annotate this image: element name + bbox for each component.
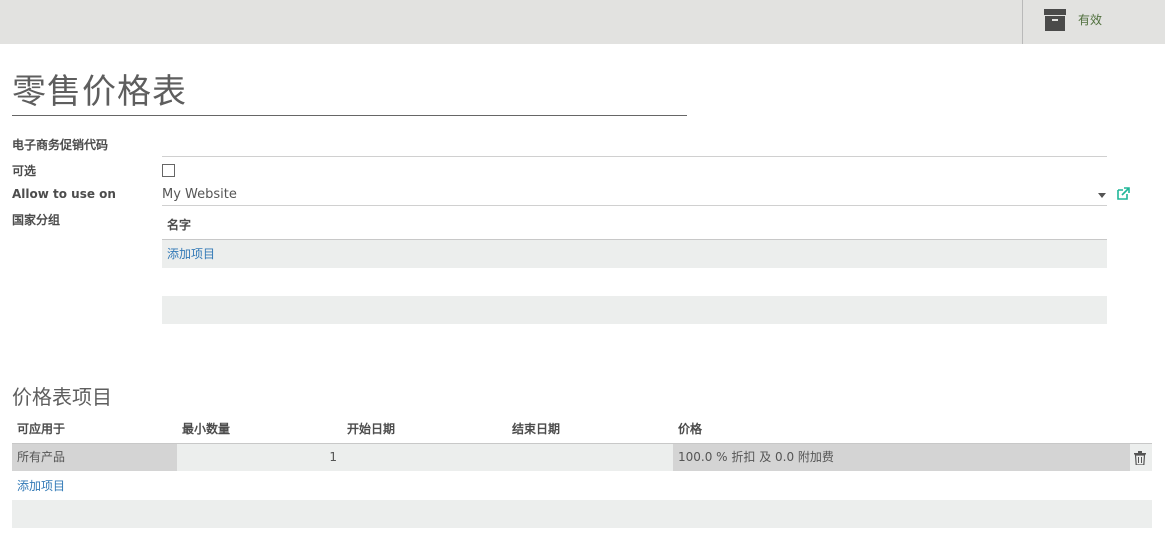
active-toggle-button[interactable]: 有效 bbox=[1023, 0, 1165, 44]
promo-code-input[interactable] bbox=[162, 156, 1107, 157]
country-group-empty-row bbox=[162, 296, 1107, 324]
website-select-underline bbox=[162, 205, 1107, 206]
external-link-icon[interactable] bbox=[1116, 187, 1130, 201]
col-start-date[interactable]: 开始日期 bbox=[347, 421, 395, 437]
col-end-date[interactable]: 结束日期 bbox=[512, 421, 560, 437]
table-row-end-date[interactable] bbox=[507, 444, 673, 471]
control-panel: 有效 bbox=[0, 0, 1165, 44]
country-group-label: 国家分组 bbox=[12, 213, 61, 227]
pricelist-add-item-link[interactable]: 添加项目 bbox=[17, 478, 65, 494]
table-row-min-qty[interactable]: 1 bbox=[177, 444, 342, 471]
trash-icon[interactable] bbox=[1134, 451, 1146, 465]
table-row-price[interactable]: 100.0 % 折扣 及 0.0 附加费 bbox=[673, 444, 1130, 471]
chevron-down-icon[interactable] bbox=[1098, 193, 1106, 198]
pricelist-items-title: 价格表项目 bbox=[12, 385, 112, 409]
promo-code-label: 电子商务促销代码 bbox=[12, 138, 109, 152]
website-select[interactable]: My Website bbox=[162, 187, 237, 203]
title-underline bbox=[12, 115, 687, 116]
country-group-name-header: 名字 bbox=[167, 218, 192, 232]
col-min-qty[interactable]: 最小数量 bbox=[182, 421, 230, 437]
selectable-label: 可选 bbox=[12, 164, 37, 178]
pricelist-empty-row bbox=[12, 500, 1152, 528]
table-row-start-date[interactable] bbox=[342, 444, 507, 471]
country-group-add-row bbox=[162, 240, 1107, 268]
allow-use-label: Allow to use on bbox=[12, 187, 116, 201]
active-label: 有效 bbox=[1078, 13, 1103, 27]
selectable-checkbox[interactable] bbox=[162, 164, 175, 177]
col-applied-on[interactable]: 可应用于 bbox=[17, 421, 65, 437]
table-row-applied-on[interactable]: 所有产品 bbox=[12, 444, 177, 471]
col-price[interactable]: 价格 bbox=[678, 421, 702, 437]
country-group-add-item-link[interactable]: 添加项目 bbox=[167, 246, 215, 262]
pricelist-name-input[interactable]: 零售价格表 bbox=[12, 70, 187, 114]
archive-icon bbox=[1044, 9, 1066, 31]
